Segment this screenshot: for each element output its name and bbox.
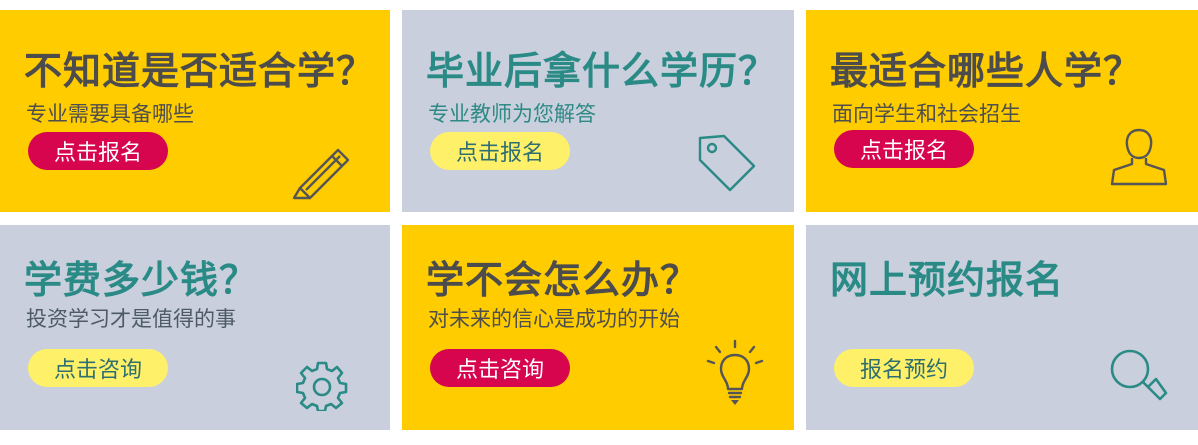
card-tuition: 学费多少钱？ 投资学习才是值得的事 点击咨询: [0, 225, 390, 430]
card-online-booking: 网上预约报名 报名预约: [806, 225, 1198, 430]
card-audience: 最适合哪些人学？ 面向学生和社会招生 点击报名: [806, 10, 1198, 212]
card-title: 不知道是否适合学？: [24, 49, 376, 93]
lightbulb-icon: [706, 339, 764, 405]
signup-button[interactable]: 点击报名: [430, 132, 570, 170]
card-title: 学不会怎么办？: [426, 258, 700, 302]
card-struggle: 学不会怎么办？ 对未来的信心是成功的开始 点击咨询: [402, 225, 794, 430]
signup-button[interactable]: 点击报名: [28, 132, 168, 170]
card-subtitle: 专业需要具备哪些: [26, 102, 194, 126]
gear-icon: [296, 361, 348, 411]
tag-icon: [698, 134, 756, 192]
booking-button[interactable]: 报名预约: [834, 349, 974, 387]
card-subtitle: 对未来的信心是成功的开始: [428, 307, 680, 331]
card-subtitle: 面向学生和社会招生: [832, 102, 1021, 126]
card-degree: 毕业后拿什么学历？ 专业教师为您解答 点击报名: [402, 10, 794, 212]
card-subtitle: 投资学习才是值得的事: [26, 307, 236, 331]
card-title: 网上预约报名: [830, 258, 1065, 302]
card-suitability: 不知道是否适合学？ 专业需要具备哪些 点击报名: [0, 10, 390, 212]
magnifier-icon: [1110, 349, 1168, 401]
card-title: 最适合哪些人学？: [830, 49, 1143, 93]
pencil-icon: [292, 148, 350, 200]
card-subtitle: 专业教师为您解答: [428, 102, 596, 126]
consult-button[interactable]: 点击咨询: [28, 349, 168, 387]
card-title: 毕业后拿什么学历？: [426, 49, 778, 93]
signup-button[interactable]: 点击报名: [834, 130, 974, 168]
consult-button[interactable]: 点击咨询: [430, 349, 570, 387]
person-icon: [1110, 128, 1168, 186]
card-title: 学费多少钱？: [24, 258, 259, 302]
